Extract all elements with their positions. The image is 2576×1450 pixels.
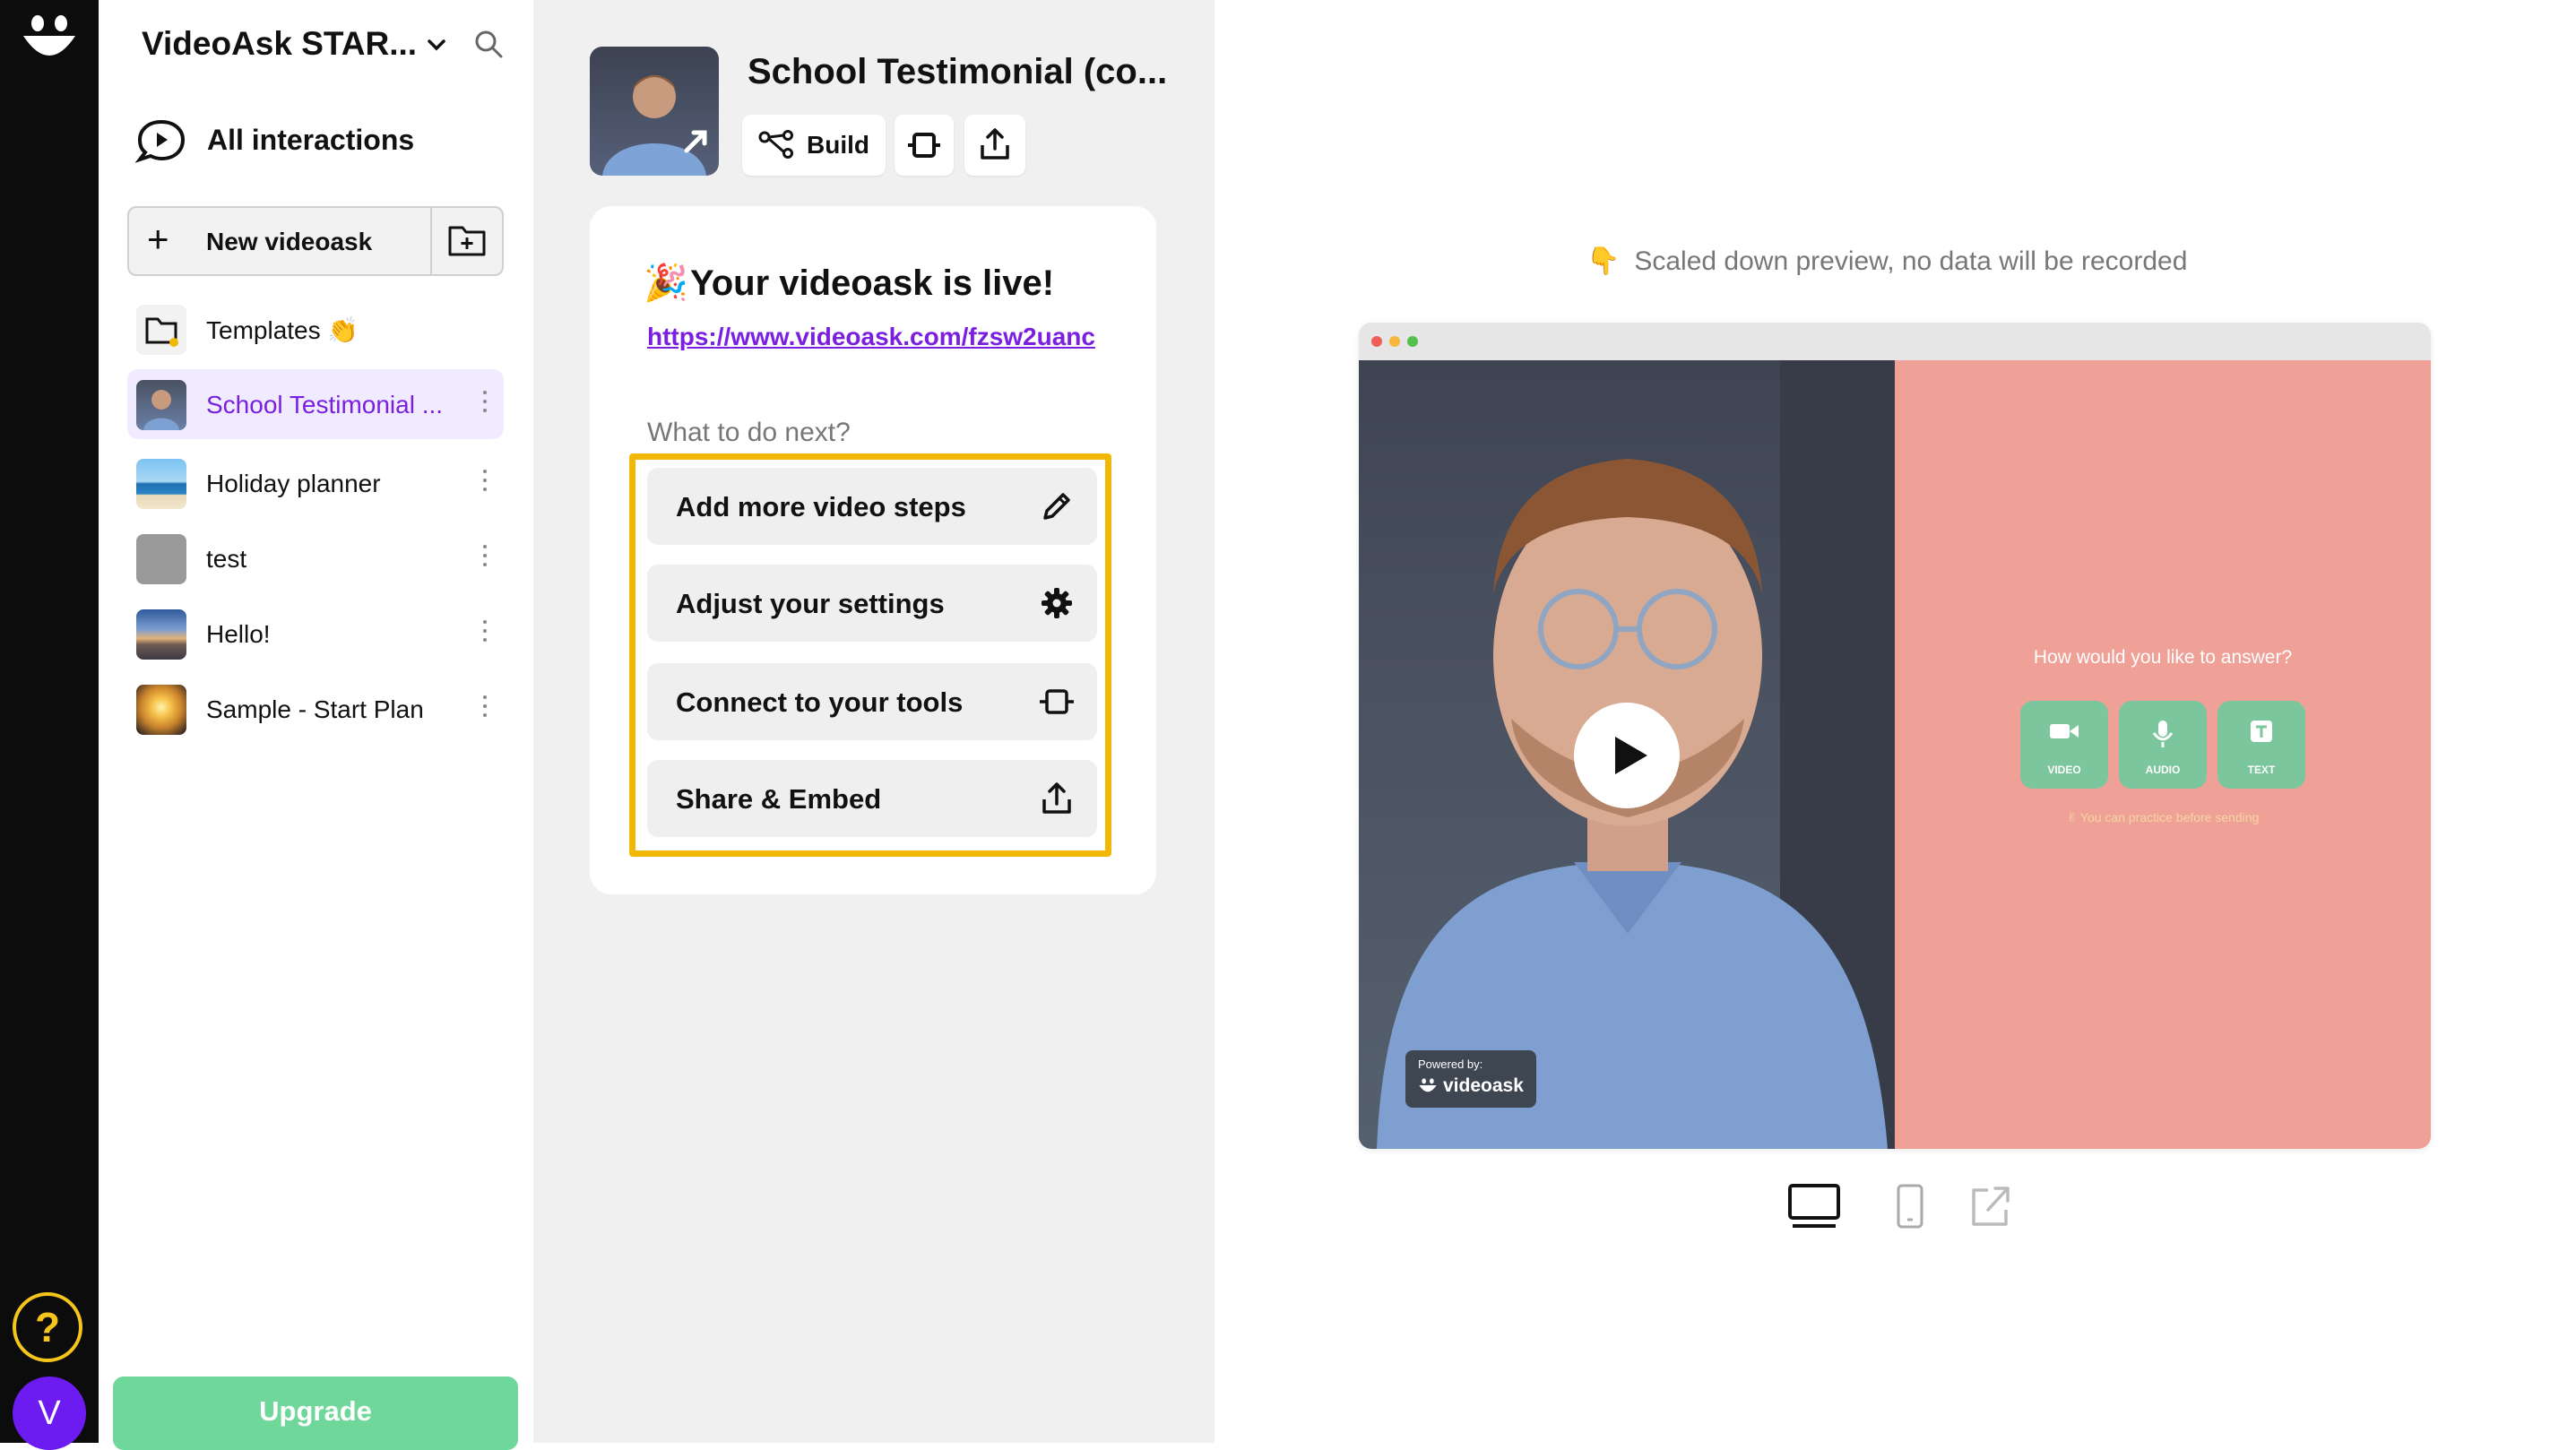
more-options-icon[interactable] xyxy=(480,539,489,575)
videoask-link[interactable]: https://www.videoask.com/fzsw2uanc xyxy=(647,323,1095,351)
videoask-thumbnail[interactable] xyxy=(590,47,719,176)
chevron-down-icon[interactable] xyxy=(426,34,447,56)
connect-tools-button[interactable]: Connect to your tools xyxy=(647,663,1097,740)
brand-name: videoask xyxy=(1443,1075,1524,1096)
sidebar-item-label: School Testimonial ... xyxy=(206,391,444,419)
share-button[interactable] xyxy=(964,115,1025,176)
action-label: Adjust your settings xyxy=(676,588,945,619)
add-video-steps-button[interactable]: Add more video steps xyxy=(647,468,1097,545)
sunset-thumbnail xyxy=(136,685,186,735)
new-videoask-label: New videoask xyxy=(206,228,373,255)
play-button[interactable] xyxy=(1574,703,1680,808)
answer-option-label: TEXT xyxy=(2247,764,2276,776)
all-interactions-label: All interactions xyxy=(207,124,415,156)
integrations-button[interactable] xyxy=(895,115,954,176)
integration-icon xyxy=(1040,689,1074,714)
preview-window: Powered by: videoask How would you like … xyxy=(1359,323,2431,1149)
videoask-logo-icon xyxy=(1419,1078,1437,1092)
plus-icon: + xyxy=(147,218,169,260)
new-folder-icon[interactable] xyxy=(446,220,488,260)
party-popper-icon: 🎉 xyxy=(644,263,688,303)
help-button[interactable]: ? xyxy=(13,1292,82,1362)
user-avatar[interactable]: V xyxy=(13,1377,86,1450)
sidebar-item-label: Hello! xyxy=(206,620,271,648)
play-bubble-icon xyxy=(134,119,186,163)
action-label: Share & Embed xyxy=(676,783,882,815)
next-steps-label: What to do next? xyxy=(647,418,851,447)
sidebar-item-sample-start-plan[interactable]: Sample - Start Plan xyxy=(127,674,504,744)
sidebar-item-templates[interactable]: Templates 👏 xyxy=(127,294,504,364)
video-preview[interactable]: Powered by: videoask xyxy=(1359,360,1895,1149)
more-options-icon[interactable] xyxy=(480,385,489,421)
pointing-down-icon: 👇 xyxy=(1586,246,1621,276)
video-camera-icon xyxy=(2050,724,2079,738)
upload-icon xyxy=(1042,782,1071,814)
build-label: Build xyxy=(807,131,869,159)
workspace-title[interactable]: VideoAsk STAR... xyxy=(142,25,417,63)
desktop-view-icon[interactable] xyxy=(1787,1183,1841,1230)
powered-by-label: Powered by: xyxy=(1418,1057,1483,1071)
mobile-view-icon[interactable] xyxy=(1895,1183,1925,1230)
preview-hint-text: Scaled down preview, no data will be rec… xyxy=(1634,246,2188,276)
videoask-title[interactable]: School Testimonial (co... xyxy=(748,52,1167,92)
powered-by-badge[interactable]: Powered by: videoask xyxy=(1405,1050,1536,1108)
practice-note: ✌ You can practice before sending xyxy=(2066,810,2260,824)
video-thumbnail xyxy=(136,380,186,430)
upload-icon xyxy=(981,128,1009,160)
adjust-settings-button[interactable]: Adjust your settings xyxy=(647,565,1097,642)
share-embed-button[interactable]: Share & Embed xyxy=(647,760,1097,837)
beach-thumbnail xyxy=(136,459,186,509)
upgrade-button[interactable]: Upgrade xyxy=(113,1377,518,1450)
text-icon xyxy=(2251,721,2272,742)
answer-question: How would you like to answer? xyxy=(2033,647,2293,668)
play-icon xyxy=(1615,737,1647,774)
sidebar-item-school-testimonial[interactable]: School Testimonial ... xyxy=(127,369,504,439)
more-options-icon[interactable] xyxy=(480,615,489,651)
sidebar-item-test[interactable]: test xyxy=(127,523,504,593)
open-external-icon[interactable] xyxy=(1968,1183,2013,1230)
sidebar-item-label: Sample - Start Plan xyxy=(206,695,424,723)
integration-icon xyxy=(908,133,940,158)
sidebar-item-label: test xyxy=(206,545,247,573)
browser-bar xyxy=(1359,323,2431,360)
gray-thumbnail xyxy=(136,534,186,584)
answer-option-label: VIDEO xyxy=(2047,764,2081,776)
sidebar-item-label: Holiday planner xyxy=(206,470,381,497)
answer-option-label: AUDIO xyxy=(2145,764,2181,776)
flow-icon xyxy=(758,130,793,159)
answer-audio-button[interactable]: AUDIO xyxy=(2119,701,2207,789)
answer-text-button[interactable]: TEXT xyxy=(2217,701,2305,789)
pencil-icon xyxy=(1043,493,1070,520)
answer-panel: How would you like to answer? VIDEO AUDI… xyxy=(1895,360,2431,1149)
microphone-icon xyxy=(2152,721,2174,747)
city-thumbnail xyxy=(136,609,186,660)
sidebar-item-hello[interactable]: Hello! xyxy=(127,599,504,669)
preview-hint: 👇 Scaled down preview, no data will be re… xyxy=(1586,246,2187,277)
more-options-icon[interactable] xyxy=(480,690,489,726)
build-button[interactable]: Build xyxy=(742,115,886,176)
close-dot xyxy=(1371,336,1382,347)
app-rail: ? V xyxy=(0,0,99,1450)
minimize-dot xyxy=(1389,336,1400,347)
button-divider xyxy=(430,208,432,274)
videoask-logo-icon[interactable] xyxy=(20,13,79,65)
live-title: Your videoask is live! xyxy=(690,263,1055,303)
search-icon[interactable] xyxy=(473,29,504,59)
sidebar-item-label: Templates 👏 xyxy=(206,316,359,344)
more-options-icon[interactable] xyxy=(480,464,489,500)
action-label: Connect to your tools xyxy=(676,686,964,718)
sidebar-item-holiday-planner[interactable]: Holiday planner xyxy=(127,448,504,518)
gear-icon xyxy=(1042,588,1072,618)
answer-video-button[interactable]: VIDEO xyxy=(2020,701,2108,789)
action-label: Add more video steps xyxy=(676,491,966,522)
folder-icon xyxy=(136,305,186,355)
maximize-dot xyxy=(1407,336,1418,347)
